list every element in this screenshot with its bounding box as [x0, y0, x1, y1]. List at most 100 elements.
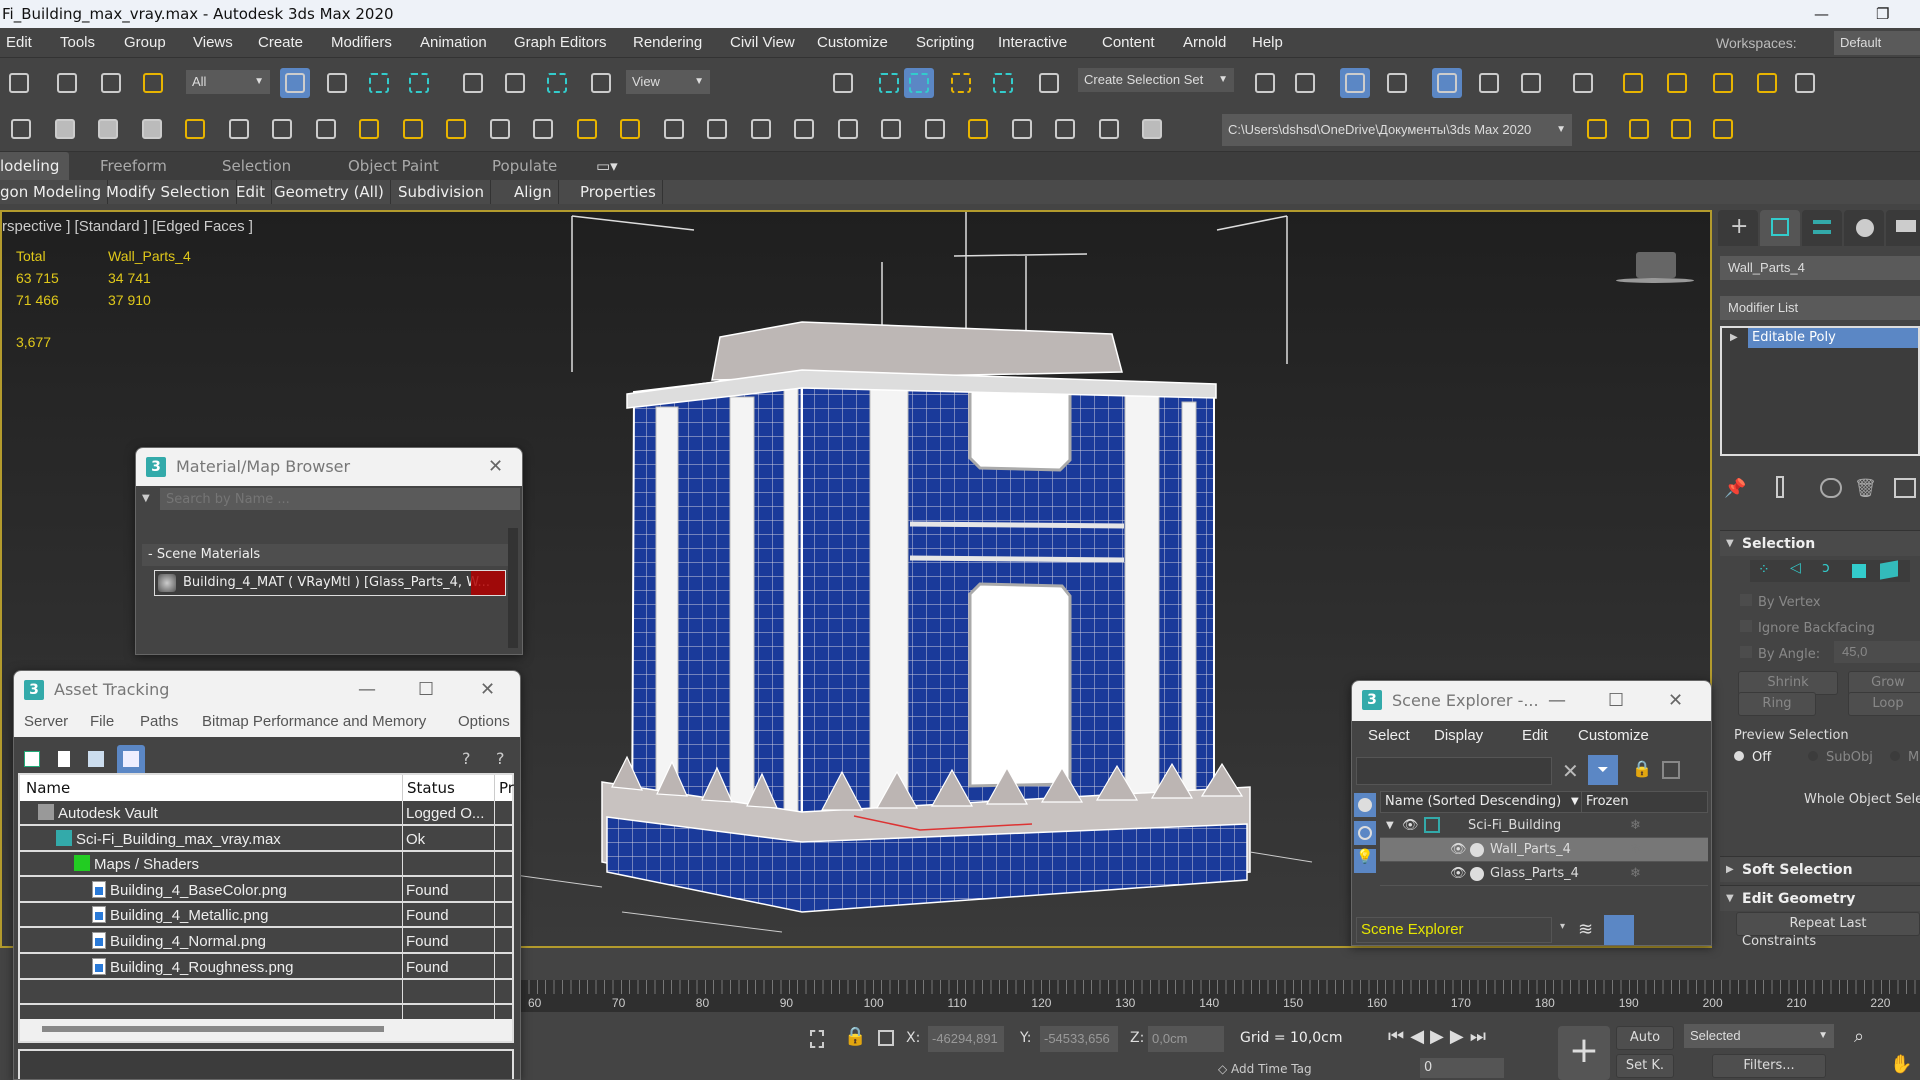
hierarchy-toggle-icon[interactable]: [1662, 761, 1680, 779]
asset-menu-file[interactable]: File: [90, 713, 114, 730]
table-row[interactable]: Building_4_Metallic.png Found: [20, 903, 512, 929]
proxy-icon[interactable]: [789, 114, 819, 144]
soft-selection-rollout[interactable]: ▶ Soft Selection: [1720, 856, 1920, 882]
reference-coordinate-dropdown[interactable]: View ▼: [626, 70, 710, 94]
render-cloud-icon[interactable]: [1752, 68, 1782, 98]
display-shapes-icon[interactable]: [1354, 821, 1376, 845]
ring-button[interactable]: Ring: [1738, 692, 1816, 716]
project-folder-dropdown[interactable]: C:\Users\dshsd\OneDrive\Документы\3ds Ma…: [1222, 114, 1572, 146]
playback-controls[interactable]: ⏮◀▶▶⏭: [1388, 1026, 1492, 1047]
select-by-name-icon[interactable]: [322, 68, 352, 98]
menu-arnold[interactable]: Arnold: [1183, 28, 1226, 58]
edit-named-sets-icon[interactable]: [1034, 68, 1064, 98]
window-crossing-icon[interactable]: [404, 68, 434, 98]
ribbon-panel-2[interactable]: Edit: [236, 180, 273, 204]
display-tab[interactable]: [1886, 210, 1920, 246]
preview-multi-radio[interactable]: M: [1890, 750, 1919, 765]
asset-menu-paths[interactable]: Paths: [140, 713, 178, 730]
display-geometry-icon[interactable]: [1354, 793, 1376, 817]
spinner-snap-icon[interactable]: [988, 68, 1018, 98]
menu-civil-view[interactable]: Civil View: [730, 28, 795, 58]
configure-modifier-sets-icon[interactable]: [1894, 478, 1916, 498]
asset-path-field[interactable]: [18, 1049, 514, 1079]
project-structure-icon[interactable]: [1708, 114, 1738, 144]
edit-geometry-rollout[interactable]: ▼ Edit Geometry: [1720, 885, 1920, 911]
menu-create[interactable]: Create: [258, 28, 303, 58]
select-object-icon[interactable]: [280, 68, 310, 98]
column-name[interactable]: Name (Sorted Descending): [1385, 792, 1561, 812]
percent-snap-icon[interactable]: [946, 68, 976, 98]
auto-key-button[interactable]: Auto: [1616, 1026, 1674, 1050]
element-icon[interactable]: [1880, 560, 1898, 580]
pin-stack-icon[interactable]: 📌: [1724, 478, 1746, 499]
particles-icon[interactable]: [659, 114, 689, 144]
asset-tracking-titlebar[interactable]: 3 Asset Tracking — ☐ ✕: [14, 671, 520, 709]
menu-views[interactable]: Views: [193, 28, 233, 58]
angle-field[interactable]: 45,0: [1834, 641, 1920, 663]
hierarchy-tab[interactable]: [1802, 210, 1842, 246]
clear-search-icon[interactable]: ✕: [1562, 759, 1579, 783]
expand-arrow-icon[interactable]: ▶: [1730, 332, 1738, 343]
unlink-icon[interactable]: [96, 68, 126, 98]
menu-graph-editors[interactable]: Graph Editors: [514, 28, 607, 58]
angle-snap-icon[interactable]: [904, 68, 934, 98]
edge-icon[interactable]: ◁: [1790, 560, 1801, 576]
table-row[interactable]: Maps / Shaders: [20, 852, 512, 878]
snaps-toggle-icon[interactable]: [874, 68, 904, 98]
ribbon-tab-freeform[interactable]: Freeform: [100, 152, 167, 180]
fur-icon[interactable]: [702, 114, 732, 144]
table-view-icon[interactable]: [117, 745, 145, 773]
scene-explorer-menu-edit[interactable]: Edit: [1522, 727, 1548, 744]
camera-icon[interactable]: [224, 114, 254, 144]
link-icon[interactable]: [52, 68, 82, 98]
material-list-item[interactable]: Building_4_MAT ( VRayMtl ) [Glass_Parts_…: [154, 570, 506, 596]
border-icon[interactable]: ↄ: [1822, 560, 1830, 576]
redo-icon[interactable]: [4, 68, 34, 98]
menu-edit[interactable]: Edit: [6, 28, 32, 58]
collapse-arrow-icon[interactable]: ▼: [1386, 814, 1394, 838]
named-selection-set-dropdown[interactable]: Create Selection Set ▼: [1078, 68, 1234, 92]
ribbon-panel-3[interactable]: Geometry (All): [274, 180, 391, 204]
show-end-result-icon[interactable]: [1776, 476, 1784, 498]
grid-panel-icon[interactable]: [137, 114, 167, 144]
column-proxy[interactable]: Pr: [494, 775, 514, 801]
table-row[interactable]: Building_4_BaseColor.png Found: [20, 878, 512, 903]
ignore-backfacing-checkbox[interactable]: Ignore Backfacing: [1740, 620, 1875, 636]
scene-explorer-item[interactable]: 👁 Glass_Parts_4 ❄: [1380, 862, 1708, 886]
curve-editor-icon[interactable]: [1474, 68, 1504, 98]
scene-explorer-item[interactable]: 👁 Wall_Parts_4 ❄: [1380, 838, 1708, 862]
sort-arrow-icon[interactable]: ▼: [1571, 792, 1579, 812]
minimize-button[interactable]: —: [1548, 681, 1566, 721]
display-lights-icon[interactable]: 💡: [1354, 849, 1376, 873]
absolute-mode-icon[interactable]: [878, 1030, 894, 1046]
scene-explorer-icon[interactable]: [1340, 68, 1370, 98]
clipboard-icon[interactable]: [1094, 114, 1124, 144]
ribbon-tab-lodeling[interactable]: lodeling: [0, 152, 70, 180]
menu-content[interactable]: Content: [1102, 28, 1155, 58]
object-name-field[interactable]: Wall_Parts_4: [1720, 256, 1920, 280]
column-status[interactable]: Status: [402, 775, 455, 801]
minimize-button[interactable]: —: [358, 671, 376, 709]
add-time-tag[interactable]: ◇ Add Time Tag: [1218, 1062, 1312, 1076]
frozen-icon[interactable]: ❄: [1630, 862, 1641, 886]
pivot-icon[interactable]: [828, 68, 858, 98]
zoom-icon[interactable]: ⌕: [1854, 1026, 1864, 1047]
x-coordinate-field[interactable]: -46294,891: [928, 1026, 1004, 1052]
filter-icon[interactable]: ⏷: [1588, 755, 1618, 785]
menu-group[interactable]: Group: [124, 28, 166, 58]
preview-off-radio[interactable]: Off: [1734, 750, 1771, 765]
eye-icon[interactable]: 👁: [1402, 814, 1419, 838]
column-frozen[interactable]: Frozen: [1581, 792, 1629, 812]
list-view-icon[interactable]: [58, 751, 70, 767]
modifier-stack-item[interactable]: Editable Poly: [1748, 328, 1918, 348]
ribbon-tab-object-paint[interactable]: Object Paint: [348, 152, 439, 180]
trash-icon[interactable]: 🗑: [1854, 478, 1877, 499]
help-icon[interactable]: ?: [496, 749, 505, 768]
current-frame-field[interactable]: 0: [1420, 1058, 1504, 1078]
asset-menu-server[interactable]: Server: [24, 713, 68, 730]
bind-space-warp-icon[interactable]: [138, 68, 168, 98]
menu-customize[interactable]: Customize: [817, 28, 888, 58]
menu-interactive[interactable]: Interactive: [998, 28, 1067, 58]
image-icon[interactable]: [50, 114, 80, 144]
frozen-icon[interactable]: ❄: [1630, 838, 1641, 862]
